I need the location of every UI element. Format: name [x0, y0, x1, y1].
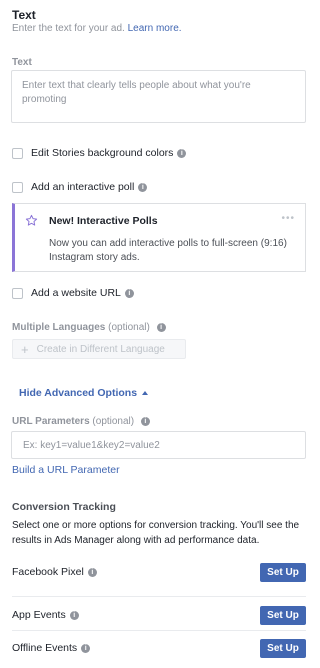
- interactive-poll-label: Add an interactive poll: [31, 181, 135, 193]
- stories-bg-option[interactable]: Edit Stories background colors i: [12, 147, 187, 159]
- hide-advanced-options-label: Hide Advanced Options: [19, 387, 138, 399]
- app-events-label: App Events i: [12, 609, 79, 621]
- info-icon[interactable]: i: [87, 567, 97, 577]
- interactive-polls-callout: New! Interactive Polls ••• Now you can a…: [12, 203, 306, 272]
- plus-icon: +: [21, 341, 29, 357]
- create-language-button[interactable]: + Create in Different Language: [12, 339, 186, 359]
- multiple-languages-label: Multiple Languages (optional) i: [12, 322, 166, 333]
- offline-events-text: Offline Events: [12, 642, 78, 654]
- url-parameters-input[interactable]: Ex: key1=value1&key2=value2: [11, 431, 306, 459]
- conversion-tracking-description: Select one or more options for conversio…: [12, 520, 300, 546]
- callout-body: Now you can add interactive polls to ful…: [49, 238, 287, 263]
- interactive-poll-checkbox[interactable]: [12, 181, 23, 193]
- info-icon[interactable]: i: [140, 416, 150, 426]
- facebook-pixel-setup-button[interactable]: Set Up: [260, 562, 306, 582]
- create-language-label: Create in Different Language: [36, 343, 165, 355]
- facebook-pixel-row: Facebook Pixel i Set Up: [12, 562, 306, 582]
- facebook-pixel-label: Facebook Pixel i: [12, 566, 97, 578]
- info-icon[interactable]: i: [69, 610, 79, 620]
- app-events-row: App Events i Set Up: [12, 605, 306, 625]
- learn-more-link[interactable]: Learn more.: [128, 23, 182, 34]
- divider: [12, 596, 306, 597]
- stories-bg-label: Edit Stories background colors: [31, 147, 174, 159]
- more-options-icon[interactable]: •••: [281, 213, 295, 224]
- app-events-setup-button[interactable]: Set Up: [260, 605, 306, 625]
- build-url-parameter-link[interactable]: Build a URL Parameter: [12, 464, 120, 476]
- star-icon: [25, 214, 38, 226]
- info-icon[interactable]: i: [81, 643, 91, 653]
- divider: [12, 630, 306, 631]
- url-parameters-label: URL Parameters (optional) i: [12, 416, 150, 427]
- conversion-tracking-title: Conversion Tracking: [12, 501, 116, 513]
- url-parameters-text: URL Parameters: [12, 416, 90, 427]
- interactive-poll-option[interactable]: Add an interactive poll i: [12, 181, 148, 193]
- info-icon[interactable]: i: [156, 322, 166, 332]
- section-title: Text: [12, 8, 36, 22]
- hide-advanced-options-toggle[interactable]: Hide Advanced Options: [19, 387, 149, 399]
- multiple-languages-text: Multiple Languages: [12, 322, 106, 333]
- subtitle-text: Enter the text for your ad.: [12, 23, 125, 34]
- facebook-pixel-text: Facebook Pixel: [12, 566, 84, 578]
- section-subtitle: Enter the text for your ad. Learn more.: [12, 23, 182, 34]
- optional-text: (optional): [92, 416, 135, 427]
- info-icon[interactable]: i: [177, 148, 187, 158]
- caret-up-icon: [142, 391, 149, 395]
- offline-events-setup-button[interactable]: Set Up: [260, 638, 306, 658]
- stories-bg-checkbox[interactable]: [12, 147, 23, 159]
- text-input[interactable]: Enter text that clearly tells people abo…: [11, 70, 306, 123]
- website-url-checkbox[interactable]: [12, 287, 23, 299]
- offline-events-label: Offline Events i: [12, 642, 91, 654]
- app-events-text: App Events: [12, 609, 66, 621]
- text-field-label: Text: [12, 57, 32, 68]
- callout-title: New! Interactive Polls: [49, 215, 158, 227]
- website-url-label: Add a website URL: [31, 287, 121, 299]
- optional-text: (optional): [108, 322, 150, 333]
- info-icon[interactable]: i: [138, 182, 148, 192]
- website-url-option[interactable]: Add a website URL i: [12, 287, 134, 299]
- info-icon[interactable]: i: [124, 288, 134, 298]
- offline-events-row: Offline Events i Set Up: [12, 638, 306, 658]
